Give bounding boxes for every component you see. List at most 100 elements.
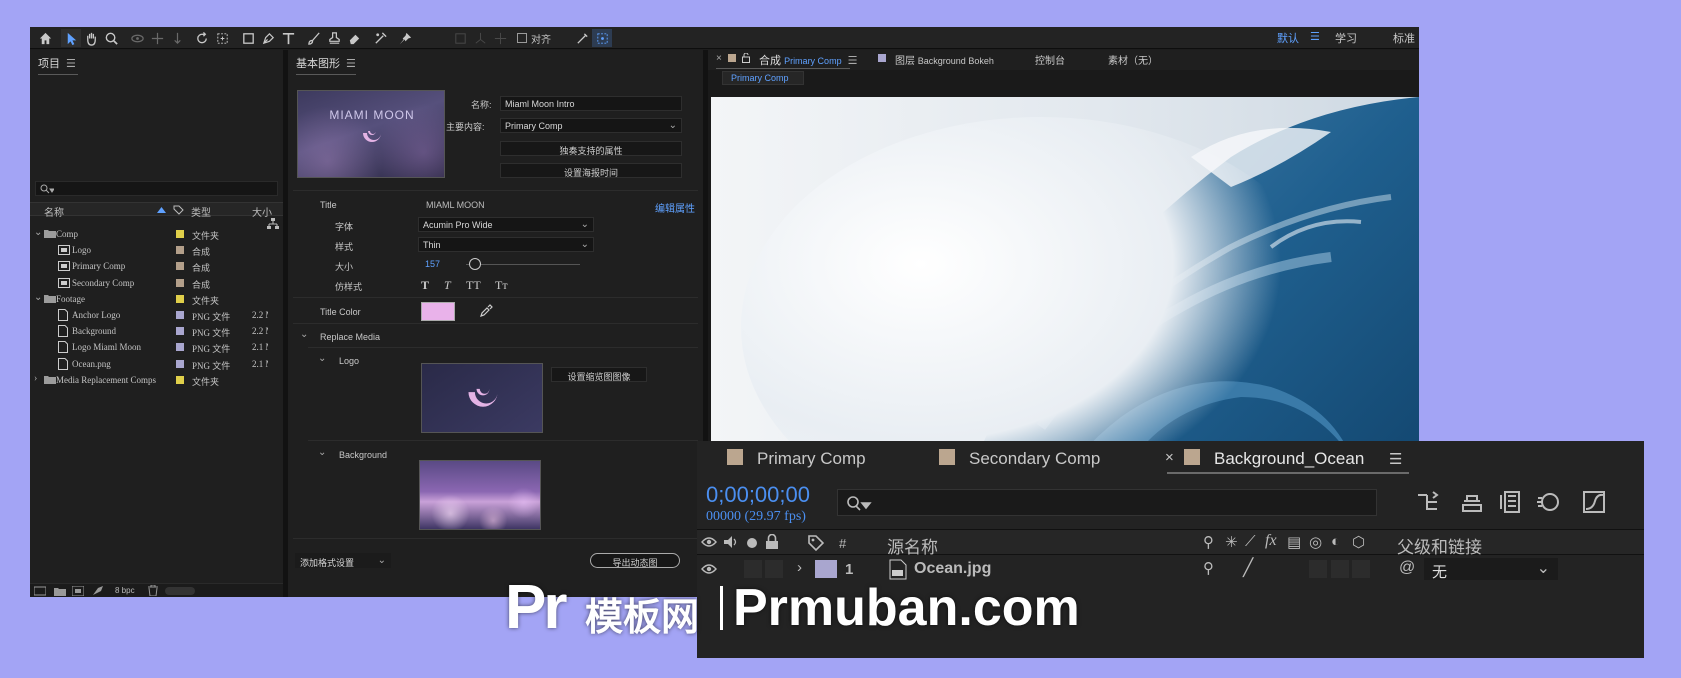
interpret-footage-icon[interactable] <box>34 586 46 596</box>
lock-icon[interactable] <box>742 53 750 63</box>
layer-quality-switch-icon[interactable]: ╱ <box>1243 558 1253 578</box>
project-item-label-color[interactable] <box>176 230 184 238</box>
font-style-dropdown[interactable]: Thin ⌄ <box>418 237 594 252</box>
project-item-label-color[interactable] <box>176 343 184 352</box>
lock-icon[interactable] <box>765 534 779 550</box>
bit-depth-label[interactable]: 8 bpc <box>115 586 135 595</box>
layer-source-name[interactable]: Ocean.jpg <box>914 560 991 578</box>
project-item-label-color[interactable] <box>176 375 184 384</box>
viewer-tab-layer[interactable]: 图层 Background Bokeh <box>895 52 994 67</box>
selection-tool-icon[interactable] <box>61 29 81 47</box>
adjustment-layer-switch-icon[interactable]: ◐ <box>1331 533 1340 550</box>
project-item-row[interactable]: Anchor Logo PNG 文件 2.2 M <box>30 307 283 323</box>
brush-tool-icon[interactable] <box>304 29 324 47</box>
workspace-menu-icon[interactable]: ☰ <box>1310 30 1320 43</box>
small-caps-button[interactable]: Tт <box>495 278 508 293</box>
column-size-header[interactable]: 大小 <box>252 204 272 219</box>
timeline-tab-secondary-comp[interactable]: Secondary Comp <box>969 449 1100 469</box>
3d-layer-switch-icon[interactable]: ⬡ <box>1352 533 1365 551</box>
eraser-tool-icon[interactable] <box>344 29 364 47</box>
font-size-slider-track[interactable] <box>466 264 580 265</box>
effects-switch-label[interactable]: fx <box>1265 532 1277 550</box>
panel-menu-icon[interactable]: ☰ <box>848 55 858 67</box>
viewer-tab-footage[interactable]: 素材（无） <box>1108 52 1158 67</box>
close-icon[interactable]: × <box>716 53 722 64</box>
column-name-header[interactable]: 名称 <box>44 204 64 219</box>
solo-icon[interactable] <box>747 538 757 548</box>
dolly-camera-icon[interactable] <box>167 29 187 47</box>
eyedropper-icon[interactable] <box>479 304 493 318</box>
view-axis-icon[interactable] <box>490 29 510 47</box>
edit-properties-link[interactable]: 编辑属性 <box>655 200 695 215</box>
panel-menu-icon[interactable]: ☰ <box>346 58 356 70</box>
set-thumbnail-button[interactable]: 设置缩览图图像 <box>551 367 647 382</box>
viewer-tab-composition[interactable]: 合成 Primary Comp ☰ <box>759 52 857 68</box>
faux-bold-button[interactable]: T <box>421 278 429 293</box>
shy-switch-icon[interactable]: ⚲ <box>1203 533 1214 551</box>
chevron-down-icon[interactable]: ⌄ <box>318 353 326 364</box>
puppet-pin-icon[interactable] <box>395 29 415 47</box>
project-item-row[interactable]: Ocean.png PNG 文件 2.1 M <box>30 356 283 372</box>
template-name-input[interactable]: Miaml Moon Intro <box>500 96 682 111</box>
orbit-camera-icon[interactable] <box>127 29 147 47</box>
align-checkbox[interactable] <box>517 33 527 43</box>
thumbnail-slider[interactable] <box>165 587 195 595</box>
layer-visibility-eye-icon[interactable] <box>701 563 717 575</box>
collapse-arrow-icon[interactable]: ⌄ <box>34 227 42 238</box>
column-type-header[interactable]: 类型 <box>191 204 211 219</box>
panel-menu-icon[interactable]: ☰ <box>1389 450 1402 468</box>
title-color-swatch[interactable] <box>421 302 455 321</box>
label-tag-icon[interactable] <box>807 534 825 552</box>
background-media-thumbnail[interactable] <box>419 460 541 530</box>
project-item-label-color[interactable] <box>176 359 184 368</box>
chevron-down-icon[interactable]: ⌄ <box>318 447 326 458</box>
expand-arrow-icon[interactable]: › <box>34 373 37 384</box>
project-item-label-color[interactable] <box>176 246 184 255</box>
snap-grid-icon[interactable] <box>592 29 612 47</box>
project-item-label-color[interactable] <box>176 327 184 336</box>
layer-solo-toggle[interactable] <box>744 560 762 578</box>
project-item-label-color[interactable] <box>176 294 184 303</box>
layer-lock-toggle[interactable] <box>765 560 783 578</box>
layer-label-swatch[interactable] <box>815 560 837 578</box>
draft-3d-icon[interactable] <box>1459 489 1485 515</box>
home-icon[interactable] <box>35 29 55 47</box>
add-formatting-dropdown[interactable]: 添加格式设置 ⌄ <box>295 553 391 568</box>
font-size-slider-knob[interactable] <box>469 258 482 270</box>
composition-flowchart-icon[interactable] <box>1415 489 1441 515</box>
parent-layer-dropdown[interactable]: 无 ⌄ <box>1424 558 1558 581</box>
audio-icon[interactable] <box>723 535 739 549</box>
graphic-preview-thumbnail[interactable]: MIAMI MOON <box>297 90 445 178</box>
parent-link-header[interactable]: 父级和链接 <box>1397 533 1482 558</box>
master-comp-dropdown[interactable]: Primary Comp ⌄ <box>500 118 682 133</box>
pen-tool-icon[interactable] <box>258 29 278 47</box>
panel-menu-icon[interactable]: ☰ <box>66 58 76 70</box>
workspace-learn[interactable]: 学习 <box>1335 30 1357 46</box>
project-item-row[interactable]: Primary Comp 合成 <box>30 258 283 274</box>
expand-arrow-icon[interactable]: › <box>797 559 802 576</box>
label-tag-icon[interactable] <box>173 205 184 215</box>
eye-icon[interactable] <box>701 536 717 548</box>
chevron-down-icon[interactable]: ⌄ <box>300 329 308 340</box>
roto-brush-icon[interactable] <box>370 29 390 47</box>
solo-supported-properties-button[interactable]: 独奏支持的属性 <box>500 141 682 156</box>
project-item-label-color[interactable] <box>176 262 184 271</box>
motion-blur-switch-icon[interactable]: ◎ <box>1309 533 1322 551</box>
workspace-standard[interactable]: 标准 <box>1393 30 1415 46</box>
pan-camera-icon[interactable] <box>147 29 167 47</box>
collapse-switch-icon[interactable]: ✳ <box>1225 533 1238 551</box>
current-time-display[interactable]: 0;00;00;00 <box>706 482 810 508</box>
viewer-subtab-primary-comp[interactable]: Primary Comp <box>722 71 804 85</box>
rectangle-tool-icon[interactable] <box>238 29 258 47</box>
title-text-value[interactable]: MIAML MOON <box>426 200 485 210</box>
graph-editor-icon[interactable] <box>1581 489 1607 515</box>
quality-switch-icon[interactable]: ⟋ <box>1245 533 1256 550</box>
set-poster-time-button[interactable]: 设置海报时间 <box>500 163 682 178</box>
project-search-input[interactable] <box>35 181 278 196</box>
snap-icon[interactable] <box>572 29 592 47</box>
layer-motion-blur-toggle[interactable] <box>1309 560 1327 578</box>
hand-tool-icon[interactable] <box>81 29 101 47</box>
project-item-row[interactable]: Background PNG 文件 2.2 M <box>30 323 283 339</box>
layer-shy-switch-icon[interactable]: ⚲ <box>1203 559 1214 577</box>
project-item-row[interactable]: ⌄ Comp 文件夹 <box>30 226 283 242</box>
